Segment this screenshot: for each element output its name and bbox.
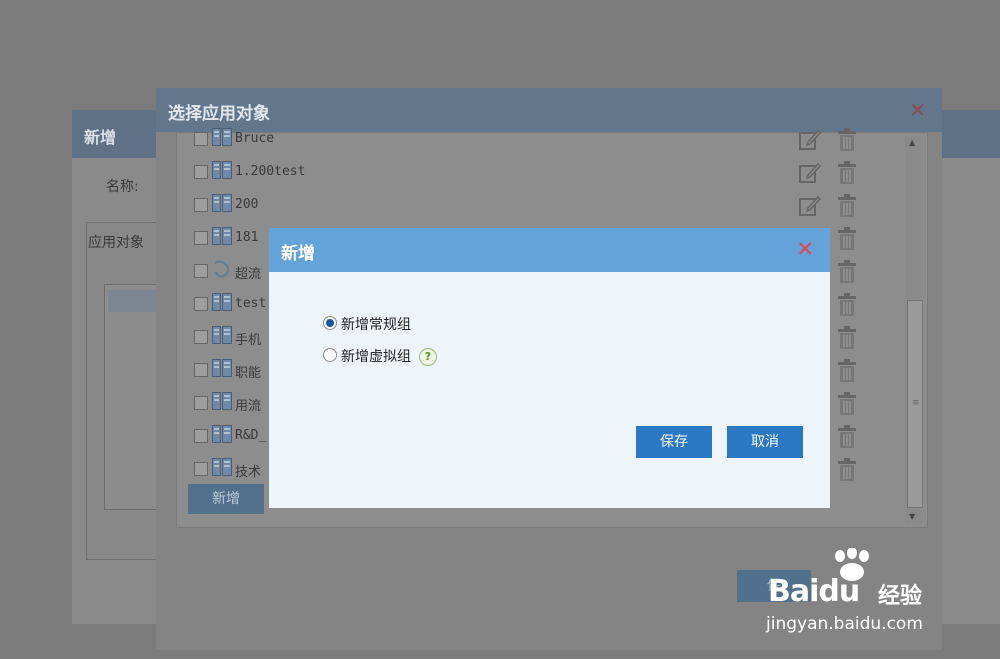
- trash-icon[interactable]: [836, 458, 858, 482]
- item-label: 200: [235, 197, 259, 212]
- item-checkbox[interactable]: [194, 396, 208, 410]
- add-modal-header: 新增 ✕: [269, 228, 830, 272]
- item-checkbox[interactable]: [194, 198, 208, 212]
- trash-icon[interactable]: [836, 293, 858, 317]
- trash-icon[interactable]: [836, 227, 858, 251]
- group-icon: [212, 128, 232, 146]
- trash-icon[interactable]: [836, 260, 858, 284]
- item-label: 1.200test: [235, 164, 306, 179]
- group-icon: [212, 392, 232, 410]
- item-checkbox[interactable]: [194, 462, 208, 476]
- group-icon: [212, 293, 232, 311]
- item-checkbox[interactable]: [194, 132, 208, 146]
- cancel-button[interactable]: 取消: [727, 426, 803, 458]
- edit-icon[interactable]: [798, 194, 822, 218]
- radio-regular-group[interactable]: [323, 316, 337, 330]
- trash-icon[interactable]: [836, 326, 858, 350]
- scroll-up-icon[interactable]: ▲: [909, 138, 915, 147]
- select-dialog-header: 选择应用对象 ✕: [156, 88, 942, 132]
- scroll-thumb[interactable]: ≡: [907, 300, 923, 508]
- item-label: test: [235, 296, 267, 311]
- list-item[interactable]: 1.200test: [194, 161, 914, 187]
- item-checkbox[interactable]: [194, 429, 208, 443]
- item-checkbox[interactable]: [194, 231, 208, 245]
- virtual-group-icon: [212, 260, 232, 278]
- add-modal: 新增 ✕ 新增常规组 新增虚拟组 ? 保存 取消: [269, 228, 830, 508]
- group-icon: [212, 194, 232, 212]
- group-icon: [212, 359, 232, 377]
- group-icon: [212, 425, 232, 443]
- trash-icon[interactable]: [836, 128, 858, 152]
- group-icon: [212, 161, 232, 179]
- trash-icon[interactable]: [836, 425, 858, 449]
- edit-icon[interactable]: [798, 161, 822, 185]
- scrollbar[interactable]: ▲ ≡ ▼: [905, 136, 923, 524]
- watermark-logo: Baidu: [768, 574, 860, 609]
- list-item[interactable]: Bruce: [194, 128, 914, 154]
- item-checkbox[interactable]: [194, 363, 208, 377]
- option-virtual-label: 新增虚拟组: [341, 349, 411, 365]
- item-label: 技术: [235, 465, 262, 480]
- item-label: 用流: [235, 399, 262, 414]
- item-label: Bruce: [235, 131, 275, 146]
- select-dialog-title: 选择应用对象: [168, 104, 270, 124]
- item-label: 职能: [235, 366, 262, 381]
- tab-app-objects[interactable]: 应用对象: [88, 232, 144, 252]
- item-checkbox[interactable]: [194, 165, 208, 179]
- list-item[interactable]: 200: [194, 194, 914, 220]
- trash-icon[interactable]: [836, 359, 858, 383]
- edit-icon[interactable]: [798, 128, 822, 152]
- baidu-watermark: Baidu 经验 jingyan.baidu.com: [762, 548, 962, 648]
- name-label: 名称:: [106, 179, 139, 195]
- group-icon: [212, 458, 232, 476]
- group-icon: [212, 227, 232, 245]
- close-icon[interactable]: ✕: [796, 237, 814, 261]
- back-dialog-title: 新增: [84, 128, 117, 147]
- item-label: R&D_: [235, 428, 267, 443]
- select-dialog-close-icon[interactable]: ✕: [909, 98, 926, 122]
- option-regular-label: 新增常规组: [341, 317, 411, 333]
- add-modal-title: 新增: [281, 244, 315, 264]
- group-icon: [212, 326, 232, 344]
- item-label: 超流: [235, 267, 262, 282]
- trash-icon[interactable]: [836, 161, 858, 185]
- watermark-logo-cn: 经验: [878, 584, 923, 609]
- scroll-grip-icon: ≡: [912, 398, 920, 408]
- save-button[interactable]: 保存: [636, 426, 712, 458]
- inner-list-header: [108, 290, 160, 312]
- item-checkbox[interactable]: [194, 297, 208, 311]
- trash-icon[interactable]: [836, 392, 858, 416]
- help-icon[interactable]: ?: [419, 348, 437, 366]
- item-checkbox[interactable]: [194, 264, 208, 278]
- scroll-down-icon[interactable]: ▼: [909, 512, 915, 521]
- item-checkbox[interactable]: [194, 330, 208, 344]
- watermark-url: jingyan.baidu.com: [766, 614, 923, 634]
- trash-icon[interactable]: [836, 194, 858, 218]
- add-group-button[interactable]: 新增: [188, 484, 264, 514]
- item-label: 手机: [235, 333, 262, 348]
- item-label: 181: [235, 230, 259, 245]
- radio-virtual-group[interactable]: [323, 348, 337, 362]
